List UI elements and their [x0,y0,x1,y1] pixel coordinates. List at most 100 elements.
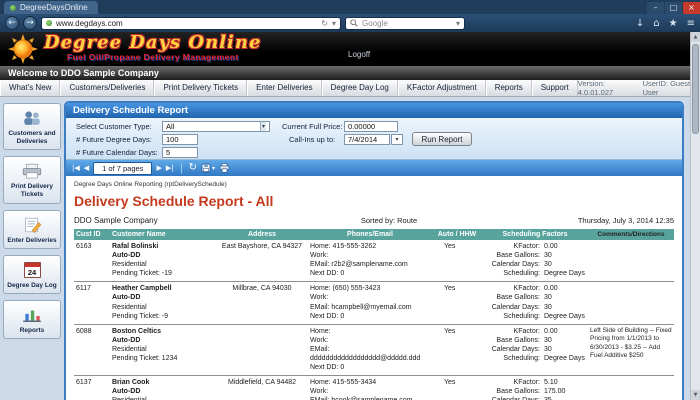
date-picker-button[interactable]: ▾ [391,134,403,145]
logo: Degree Days Online Fuel Oil/Propane Deli… [44,34,261,62]
sidebar-item-print-delivery-tickets[interactable]: Print Delivery Tickets [3,156,61,203]
comments-cell [588,378,674,400]
current-full-price-input[interactable]: 0.00000 [344,121,398,132]
address-cell: East Bayshore, CA 94327 [216,242,308,278]
cust-id: 6137 [74,378,110,400]
search-icon [350,19,358,27]
main-area: Customers and Deliveries Print Delivery … [0,97,700,400]
forward-button[interactable]: → [23,16,37,30]
page-indicator: 1 of 7 pages [93,162,152,175]
browser-toolbar: ← → www.degdays.com ↻ ▾ Google ▾ ↓ ⌂ ★ ≡ [0,14,700,32]
sidebar-item-enter-deliveries[interactable]: Enter Deliveries [3,210,61,249]
sidebar-item-label: Enter Deliveries [6,237,58,245]
search-input[interactable]: Google ▾ [345,17,465,30]
minimize-button[interactable]: – [647,2,664,14]
calendar-icon: 24 [6,260,58,280]
customer-type-select[interactable]: All ▾ [162,121,270,132]
menu-item-customers-deliveries[interactable]: Customers/Deliveries [60,80,154,96]
sidebar-item-label: Customers and Deliveries [6,130,58,146]
scroll-up-arrow[interactable]: ▲ [691,32,700,42]
future-degree-days-input[interactable]: 100 [162,134,198,145]
maximize-button[interactable]: □ [665,2,682,14]
browser-window: DegreeDaysOnline – □ × ← → www.degdays.c… [0,0,700,400]
menu-item-print-delivery-tickets[interactable]: Print Delivery Tickets [154,80,247,96]
next-page-button[interactable]: ▶ [156,160,161,176]
customer-name-cell: Rafal Bolinski Auto-DD Residential Pendi… [110,242,216,278]
menu-item-degree-day-log[interactable]: Degree Day Log [322,80,398,96]
table-row: 6088 Boston Celtics Auto-DD Residential … [74,325,674,376]
userid-label: UserID: Guest User [643,79,692,97]
address-bar[interactable]: www.degdays.com ↻ ▾ [41,17,341,30]
menu-item-support[interactable]: Support [532,80,578,96]
chevron-down-icon: ▾ [260,122,266,131]
factors-cell: KFactor:5.10 Base Gallons:175.00 Calenda… [482,378,588,400]
future-degree-days-label: # Future Degree Days: [76,135,152,144]
table-row: 6137 Brian Cook Auto-DD Residential Pend… [74,376,674,400]
logo-subtitle: Fuel Oil/Propane Delivery Management [44,52,261,62]
col-cust-id: Cust ID [74,231,110,238]
menu-item-whats-new[interactable]: What's New [0,80,60,96]
home-icon[interactable]: ⌂ [653,18,659,29]
call-ins-label: Call-Ins up to: [289,135,335,144]
version-label: Version: 4.0.01.027 [578,79,627,97]
report-form: Select Customer Type: All ▾ # Future Deg… [66,118,682,160]
sidebar-item-customers-deliveries[interactable]: Customers and Deliveries [3,103,61,150]
site-header: Degree Days Online Fuel Oil/Propane Deli… [0,32,700,66]
bookmark-star-icon[interactable]: ★ [669,18,678,29]
report-date: Thursday, July 3, 2014 12:35 [504,216,674,225]
url-dropdown-icon[interactable]: ▾ [332,19,336,28]
menu-item-kfactor-adjustment[interactable]: KFactor Adjustment [398,80,486,96]
run-report-button[interactable]: Run Report [412,132,472,146]
phones-cell: Home: Work: EMail: dddddddddddddddddd@dd… [308,327,432,372]
col-scheduling-factors: Scheduling Factors [482,231,588,238]
logoff-link[interactable]: Logoff [348,50,370,59]
cust-id: 6088 [74,327,110,372]
phones-cell: Home: 415-555-3434 Work: EMail: bcook@sa… [308,378,432,400]
scroll-down-arrow[interactable]: ▼ [691,390,700,400]
first-page-button[interactable]: |◀ [72,160,80,176]
auto-hhw-cell: Yes [432,242,482,278]
customer-type-label: Select Customer Type: [76,122,152,131]
download-icon[interactable]: ↓ [636,18,644,29]
browser-tab[interactable]: DegreeDaysOnline [4,1,98,14]
back-button[interactable]: ← [5,16,19,30]
reload-icon[interactable]: ↻ [321,19,328,28]
company-name: DDO Sample Company [74,216,274,225]
auto-hhw-cell: Yes [432,284,482,320]
window-controls: – □ × [646,2,700,14]
last-page-button[interactable]: ▶| [166,160,174,176]
sidebar-item-degree-day-log[interactable]: 24 Degree Day Log [3,255,61,294]
menu-icon[interactable]: ≡ [687,18,695,29]
menu-item-enter-deliveries[interactable]: Enter Deliveries [247,80,321,96]
menu-item-reports[interactable]: Reports [486,80,532,96]
customer-name-cell: Heather Campbell Auto-DD Residential Pen… [110,284,216,320]
prev-page-button[interactable]: ◀ [84,160,89,176]
scrollbar[interactable]: ▲ ▼ [690,32,700,400]
col-phones-email: Phones/Email [308,231,432,238]
close-button[interactable]: × [683,2,700,14]
sidebar-item-label: Print Delivery Tickets [6,183,58,199]
future-calendar-days-input[interactable]: 5 [162,147,198,158]
print-button[interactable] [219,163,230,173]
export-button[interactable]: ▾ [201,163,215,173]
welcome-bar: Welcome to DDO Sample Company [0,66,700,80]
report-viewer: Degree Days Online Reporting (rptDeliver… [66,176,682,400]
report-breadcrumb: Degree Days Online Reporting (rptDeliver… [74,181,674,188]
call-ins-date-input[interactable]: 7/4/2014 [344,134,390,145]
url-text: www.degdays.com [56,19,123,28]
address-cell: Middlefield, CA 94482 [216,378,308,400]
factors-cell: KFactor:0.00 Base Gallons:30 Calendar Da… [482,327,588,372]
col-address: Address [216,231,308,238]
col-customer-name: Customer Name [110,231,216,238]
current-full-price-label: Current Full Price: [282,122,342,131]
refresh-icon[interactable]: ↻ [189,160,197,176]
sidebar-item-reports[interactable]: Reports [3,300,61,339]
sidebar: Customers and Deliveries Print Delivery … [3,103,61,339]
sidebar-item-label: Degree Day Log [6,282,58,290]
site-favicon [46,20,52,26]
customer-name-cell: Boston Celtics Auto-DD Residential Pendi… [110,327,216,372]
col-auto-hhw: Auto / HHW [432,231,482,238]
scrollbar-thumb[interactable] [692,44,699,134]
panel-title: Delivery Schedule Report [66,103,682,118]
search-engine-dropdown-icon[interactable]: ▾ [456,19,460,28]
